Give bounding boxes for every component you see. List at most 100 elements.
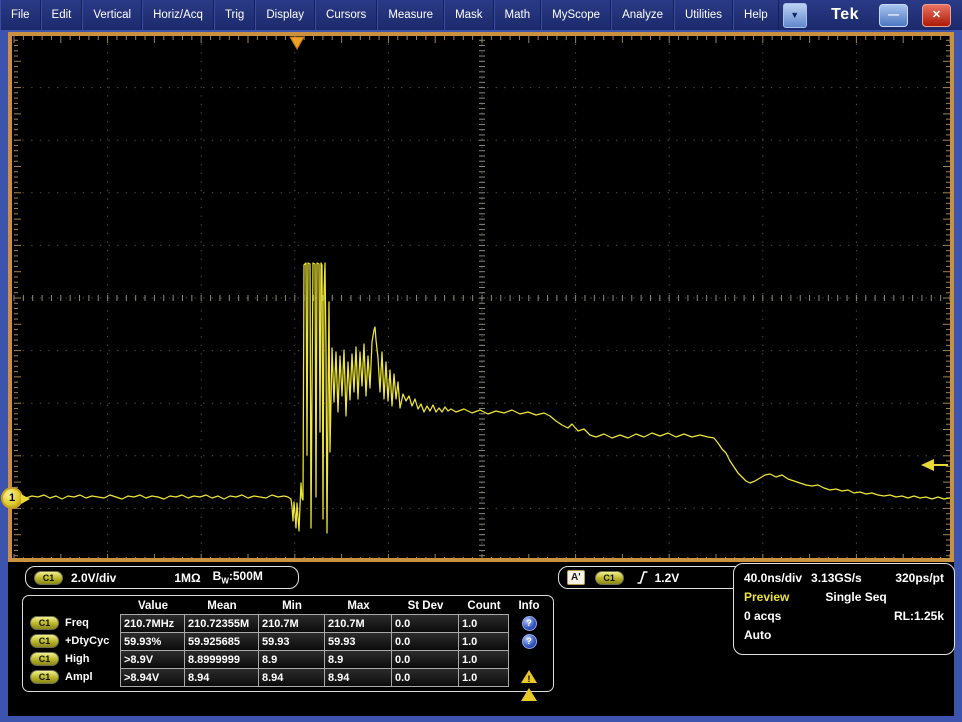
channel-badge: C1 [34,571,63,585]
measurement-value: 210.7MHz [120,614,185,633]
menu-item-measure[interactable]: Measure [377,0,444,30]
menu-item-mask[interactable]: Mask [444,0,493,30]
warning-icon[interactable]: ! [521,653,537,666]
bw-sub: W [221,577,229,586]
column-header: Min [259,598,325,614]
measurement-name: Freq [65,617,89,629]
measurement-value: >8.94V [120,668,185,687]
measurement-stdev: 0.0 [391,632,459,651]
measurement-stdev: 0.0 [391,668,459,687]
close-button[interactable]: ✕ [922,4,951,27]
measurement-min: 59.93 [258,632,325,651]
menu-item-edit[interactable]: Edit [41,0,83,30]
trigger-readout[interactable]: A' C1 1.2V [558,566,746,589]
measurement-row-dtycyc: C1+DtyCyc59.93%59.92568559.9359.930.01.0… [26,632,550,650]
warning-icon[interactable]: ! [521,671,537,684]
measurement-row-ampl: C1Ampl>8.94V8.948.948.940.01.0! [26,668,550,686]
input-impedance: 1MΩ [174,571,200,585]
record-length: RL:1.25k [894,609,944,623]
trigger-position-marker[interactable] [290,37,304,49]
measurement-mean: 59.925685 [184,632,259,651]
info-cell: ? [509,632,549,650]
measurement-row-freq: C1Freq210.7MHz210.72355M210.7M210.7M0.01… [26,614,550,632]
resolution-readout: 320ps/pt [895,571,944,585]
preview-status: Preview [744,590,789,604]
trigger-channel-badge: C1 [595,571,624,585]
measurement-count: 1.0 [458,668,509,687]
measurement-min: 8.94 [258,668,325,687]
waveform-display [8,32,954,562]
measurement-header-row: ValueMeanMinMaxSt DevCountInfo [26,598,550,614]
measurement-value: 59.93% [120,632,185,651]
measurement-mean: 8.94 [184,668,259,687]
measurement-row-high: C1High>8.9V8.89999998.98.90.01.0! [26,650,550,668]
trigger-source-badge: A' [567,570,585,585]
column-header [26,598,121,614]
measurement-stdev: 0.0 [391,650,459,669]
menu-item-file[interactable]: File [0,0,41,30]
measurement-name: High [65,653,89,665]
menu-item-horiz-acq[interactable]: Horiz/Acq [142,0,214,30]
measurement-mean: 8.8999999 [184,650,259,669]
measurement-label: C1 Ampl [26,668,121,686]
trigger-status: Auto [744,628,771,642]
measurement-mean: 210.72355M [184,614,259,633]
menu-item-myscope[interactable]: MyScope [541,0,611,30]
info-cell: ! [509,650,549,668]
trigger-level-value: 1.2V [655,571,680,585]
channel-badge: C1 [30,652,59,666]
minimize-button[interactable]: — [879,4,908,27]
measurement-stdev: 0.0 [391,614,459,633]
column-header: Mean [185,598,259,614]
graticule-svg [12,36,950,558]
measurement-count: 1.0 [458,614,509,633]
column-header: Value [121,598,185,614]
menu-item-math[interactable]: Math [494,0,542,30]
channel-badge: C1 [30,670,59,684]
acquisition-mode: Single Seq [825,590,886,604]
channel-1-reference-marker[interactable]: 1 [1,487,23,509]
measurement-count: 1.0 [458,632,509,651]
oscilloscope-screen: FileEditVerticalHoriz/AcqTrigDisplayCurs… [0,0,962,722]
measurement-max: 8.94 [324,668,392,687]
menu-dropdown-button[interactable]: ▼ [783,3,807,28]
menu-item-analyze[interactable]: Analyze [611,0,674,30]
measurement-label: C1 High [26,650,121,668]
channel-badge: C1 [30,616,59,630]
menu-item-trig[interactable]: Trig [214,0,255,30]
measurement-name: +DtyCyc [65,635,109,647]
vertical-scale: 2.0V/div [71,571,116,585]
menu-bar: FileEditVerticalHoriz/AcqTrigDisplayCurs… [0,0,962,30]
info-cell: ? [509,614,549,632]
measurement-table: ValueMeanMinMaxSt DevCountInfo C1 Freq 210.… [22,595,554,692]
column-header: St Dev [392,598,459,614]
tek-logo: Tek [831,6,859,24]
measurement-max: 8.9 [324,650,392,669]
menu-item-vertical[interactable]: Vertical [82,0,142,30]
menu-item-utilities[interactable]: Utilities [674,0,733,30]
column-header: Max [325,598,392,614]
readout-panel: C1 2.0V/div 1MΩ BW:500M A' C1 1.2V 40.0n… [8,562,954,716]
measurement-count: 1.0 [458,650,509,669]
measurement-min: 8.9 [258,650,325,669]
info-question-icon[interactable]: ? [522,634,537,649]
menu-item-cursors[interactable]: Cursors [315,0,377,30]
bandwidth-readout: BW:500M [213,569,263,585]
horizontal-acquisition-readout[interactable]: 40.0ns/div 3.13GS/s 320ps/pt Preview Sin… [733,563,955,655]
channel-badge: C1 [30,634,59,648]
acquisition-count: 0 acqs [744,609,781,623]
titlebar-spacer [811,0,831,30]
info-cell: ! [509,668,549,686]
measurement-value: >8.9V [120,650,185,669]
bw-value: :500M [229,569,263,583]
column-header: Info [509,598,549,614]
menu-item-display[interactable]: Display [255,0,315,30]
info-question-icon[interactable]: ? [522,616,537,631]
menu-item-help[interactable]: Help [733,0,779,30]
trigger-level-marker[interactable] [921,459,934,471]
sample-rate-readout: 3.13GS/s [811,571,862,585]
rising-edge-icon [636,570,649,585]
channel-readout[interactable]: C1 2.0V/div 1MΩ BW:500M [25,566,299,589]
measurement-name: Ampl [65,671,93,683]
column-header: Count [459,598,509,614]
